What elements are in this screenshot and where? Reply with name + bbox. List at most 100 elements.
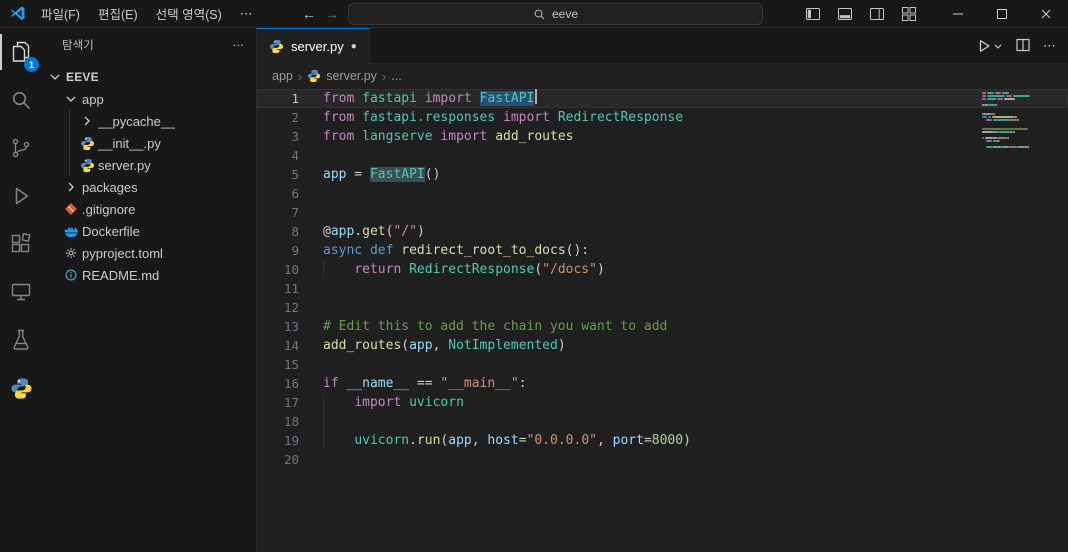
tree-item-eeve[interactable]: EEVE bbox=[42, 66, 256, 88]
line-number[interactable]: 20 bbox=[257, 450, 299, 469]
line-text[interactable]: from fastapi.responses import RedirectRe… bbox=[299, 108, 1068, 127]
line-number[interactable]: 13 bbox=[257, 317, 299, 336]
code-line-9[interactable]: 9 async def redirect_root_to_docs(): bbox=[257, 241, 1068, 260]
line-text[interactable] bbox=[299, 450, 1068, 469]
line-number[interactable]: 8 bbox=[257, 222, 299, 241]
line-text[interactable] bbox=[299, 146, 1068, 165]
code-line-14[interactable]: 14 add_routes(app, NotImplemented) bbox=[257, 336, 1068, 355]
modified-indicator[interactable]: ● bbox=[351, 41, 357, 52]
line-number[interactable]: 6 bbox=[257, 184, 299, 203]
line-text[interactable] bbox=[299, 298, 1068, 317]
line-number[interactable]: 3 bbox=[257, 127, 299, 146]
tree-item-packages[interactable]: packages bbox=[42, 176, 256, 198]
activitybar-explorer[interactable]: 1 bbox=[0, 28, 42, 76]
tree-item-pyproject-toml[interactable]: pyproject.toml bbox=[42, 242, 256, 264]
command-center-search[interactable]: eeve bbox=[348, 3, 763, 25]
code-line-12[interactable]: 12 bbox=[257, 298, 1068, 317]
activitybar-testing[interactable] bbox=[0, 316, 42, 364]
code-line-11[interactable]: 11 bbox=[257, 279, 1068, 298]
maximize-button[interactable] bbox=[980, 0, 1024, 28]
split-editor-button[interactable] bbox=[1015, 37, 1031, 56]
code-line-10[interactable]: 10 return RedirectResponse("/docs") bbox=[257, 260, 1068, 279]
code-line-1[interactable]: 1 from fastapi import FastAPI bbox=[257, 89, 1068, 108]
menu-item-2[interactable]: 선택 영역(S) bbox=[147, 3, 231, 25]
line-number[interactable]: 11 bbox=[257, 279, 299, 298]
activitybar-python[interactable] bbox=[0, 364, 42, 412]
close-button[interactable] bbox=[1024, 0, 1068, 28]
line-text[interactable]: import uvicorn bbox=[299, 393, 1068, 412]
line-number[interactable]: 10 bbox=[257, 260, 299, 279]
line-text[interactable]: return RedirectResponse("/docs") bbox=[299, 260, 1068, 279]
toggle-secondary-sidebar-icon[interactable] bbox=[864, 2, 890, 26]
breadcrumb-symbol[interactable]: ... bbox=[391, 69, 401, 83]
minimize-button[interactable] bbox=[936, 0, 980, 28]
history-back-button[interactable]: ← bbox=[302, 7, 316, 21]
editor-more-actions-button[interactable]: ⋯ bbox=[1043, 38, 1056, 54]
line-text[interactable]: async def redirect_root_to_docs(): bbox=[299, 241, 1068, 260]
activitybar-source-control[interactable] bbox=[0, 124, 42, 172]
line-number[interactable]: 16 bbox=[257, 374, 299, 393]
line-text[interactable] bbox=[299, 203, 1068, 222]
code-line-7[interactable]: 7 bbox=[257, 203, 1068, 222]
tree-item-server-py[interactable]: server.py bbox=[42, 154, 256, 176]
line-number[interactable]: 9 bbox=[257, 241, 299, 260]
menu-overflow-button[interactable]: ⋯ bbox=[231, 6, 263, 22]
line-text[interactable]: add_routes(app, NotImplemented) bbox=[299, 336, 1068, 355]
line-text[interactable]: from fastapi import FastAPI bbox=[299, 89, 1068, 108]
toggle-panel-icon[interactable] bbox=[832, 2, 858, 26]
breadcrumb-folder[interactable]: app bbox=[272, 69, 293, 83]
history-forward-button[interactable]: → bbox=[325, 7, 339, 21]
sidebar-more-actions-button[interactable]: ⋯ bbox=[233, 38, 245, 52]
menu-item-1[interactable]: 편집(E) bbox=[89, 3, 147, 25]
line-text[interactable]: # Edit this to add the chain you want to… bbox=[299, 317, 1068, 336]
tree-item-readme-md[interactable]: README.md bbox=[42, 264, 256, 286]
code-line-4[interactable]: 4 bbox=[257, 146, 1068, 165]
activitybar-extensions[interactable] bbox=[0, 220, 42, 268]
tree-item-dockerfile[interactable]: Dockerfile bbox=[42, 220, 256, 242]
code-line-17[interactable]: 17 import uvicorn bbox=[257, 393, 1068, 412]
line-text[interactable]: if __name__ == "__main__": bbox=[299, 374, 1068, 393]
code-line-8[interactable]: 8 @app.get("/") bbox=[257, 222, 1068, 241]
toggle-primary-sidebar-icon[interactable] bbox=[800, 2, 826, 26]
code-line-20[interactable]: 20 bbox=[257, 450, 1068, 469]
line-text[interactable] bbox=[299, 184, 1068, 203]
line-text[interactable] bbox=[299, 355, 1068, 374]
code-line-3[interactable]: 3 from langserve import add_routes bbox=[257, 127, 1068, 146]
line-number[interactable]: 17 bbox=[257, 393, 299, 412]
line-text[interactable]: app = FastAPI() bbox=[299, 165, 1068, 184]
line-text[interactable] bbox=[299, 412, 1068, 431]
customize-layout-icon[interactable] bbox=[896, 2, 922, 26]
code-line-18[interactable]: 18 bbox=[257, 412, 1068, 431]
code-line-2[interactable]: 2 from fastapi.responses import RedirectR… bbox=[257, 108, 1068, 127]
line-text[interactable]: @app.get("/") bbox=[299, 222, 1068, 241]
tree-item-init-py[interactable]: __init__.py bbox=[42, 132, 256, 154]
line-number[interactable]: 1 bbox=[257, 89, 299, 108]
line-number[interactable]: 5 bbox=[257, 165, 299, 184]
line-number[interactable]: 19 bbox=[257, 431, 299, 450]
code-line-5[interactable]: 5 app = FastAPI() bbox=[257, 165, 1068, 184]
code-line-15[interactable]: 15 bbox=[257, 355, 1068, 374]
code-line-6[interactable]: 6 bbox=[257, 184, 1068, 203]
menu-item-0[interactable]: 파일(F) bbox=[32, 3, 89, 25]
run-python-file-button[interactable] bbox=[976, 38, 1003, 54]
code-line-19[interactable]: 19 uvicorn.run(app, host="0.0.0.0", port… bbox=[257, 431, 1068, 450]
activitybar-remote-explorer[interactable] bbox=[0, 268, 42, 316]
line-number[interactable]: 14 bbox=[257, 336, 299, 355]
line-number[interactable]: 15 bbox=[257, 355, 299, 374]
tree-item-pycache[interactable]: __pycache__ bbox=[42, 110, 256, 132]
code-line-13[interactable]: 13 # Edit this to add the chain you want … bbox=[257, 317, 1068, 336]
line-number[interactable]: 2 bbox=[257, 108, 299, 127]
line-text[interactable]: from langserve import add_routes bbox=[299, 127, 1068, 146]
line-text[interactable] bbox=[299, 279, 1068, 298]
activitybar-search[interactable] bbox=[0, 76, 42, 124]
tree-item-app[interactable]: app bbox=[42, 88, 256, 110]
line-number[interactable]: 12 bbox=[257, 298, 299, 317]
line-number[interactable]: 18 bbox=[257, 412, 299, 431]
minimap[interactable] bbox=[982, 92, 1054, 152]
tab-server-py[interactable]: server.py ● bbox=[257, 28, 370, 64]
activitybar-run-debug[interactable] bbox=[0, 172, 42, 220]
code-line-16[interactable]: 16 if __name__ == "__main__": bbox=[257, 374, 1068, 393]
breadcrumb-file[interactable]: server.py bbox=[326, 69, 377, 83]
line-number[interactable]: 4 bbox=[257, 146, 299, 165]
code-editor[interactable]: 1 from fastapi import FastAPI 2 from fastap… bbox=[257, 88, 1068, 552]
